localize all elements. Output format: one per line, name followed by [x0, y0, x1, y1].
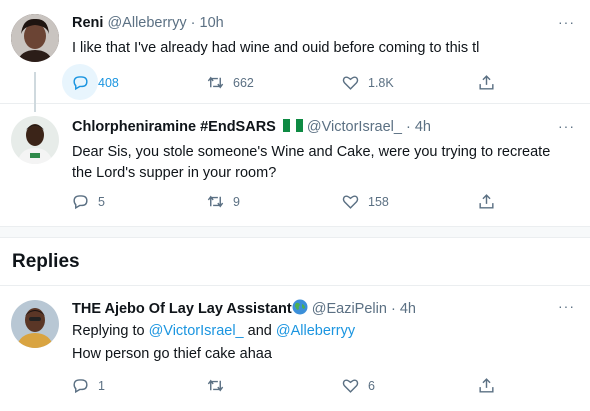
reply-icon: [73, 76, 88, 91]
like-count: 1.8K: [368, 75, 394, 90]
share-button[interactable]: [477, 376, 504, 395]
replies-title: Replies: [12, 251, 80, 272]
like-button[interactable]: 1.8K: [341, 73, 394, 92]
more-icon[interactable]: ···: [558, 298, 575, 314]
tweet-text: I like that I've already had wine and ou…: [72, 40, 480, 56]
retweet-button[interactable]: [206, 376, 233, 395]
avatar[interactable]: [11, 300, 59, 348]
retweet-icon: [207, 195, 224, 208]
share-icon: [479, 194, 494, 209]
retweet-count: 9: [233, 194, 240, 209]
more-icon[interactable]: ···: [558, 14, 575, 30]
like-count: 6: [368, 378, 375, 393]
reply-button[interactable]: 1: [71, 376, 105, 395]
reply-button[interactable]: 408: [71, 73, 119, 92]
separator: ·: [190, 15, 196, 31]
reply-button[interactable]: 5: [71, 192, 105, 211]
replying-to: Replying to @VictorIsrael_ and @Alleberr…: [72, 321, 572, 342]
retweet-icon: [207, 379, 224, 392]
reply-count: 5: [98, 194, 105, 209]
reply-count: 408: [98, 75, 119, 90]
like-button[interactable]: 158: [341, 192, 389, 211]
display-name[interactable]: Chlorpheniramine #EndSARS: [72, 119, 276, 135]
handle[interactable]: @EaziPelin: [312, 301, 387, 317]
like-icon: [342, 195, 359, 209]
timestamp[interactable]: 10h: [200, 15, 224, 31]
tweet-header: Chlorpheniramine #EndSARS @VictorIsrael_…: [72, 119, 431, 135]
retweet-button[interactable]: 9: [206, 192, 240, 211]
tweet-reply-ajebo[interactable]: THE Ajebo Of Lay Lay Assistant @EaziPeli…: [0, 286, 590, 411]
reply-icon: [73, 195, 88, 210]
tweet-header: Reni @Alleberryy · 10h: [72, 15, 224, 31]
avatar[interactable]: [11, 116, 59, 164]
globe-icon: [292, 299, 308, 319]
section-divider: [0, 226, 590, 238]
share-icon: [479, 378, 494, 393]
reply-count: 1: [98, 378, 105, 393]
replies-header: Replies: [0, 238, 590, 286]
display-name[interactable]: THE Ajebo Of Lay Lay Assistant: [72, 301, 292, 317]
tweet-header: THE Ajebo Of Lay Lay Assistant @EaziPeli…: [72, 299, 416, 319]
handle[interactable]: @Alleberryy: [107, 15, 186, 31]
tweet-text: Dear Sis, you stole someone's Wine and C…: [72, 144, 551, 181]
display-name[interactable]: Reni: [72, 15, 103, 31]
like-count: 158: [368, 194, 389, 209]
replying-user-link[interactable]: @Alleberryy: [276, 323, 355, 339]
replying-user-link[interactable]: @VictorIsrael_: [149, 323, 244, 339]
share-icon: [479, 75, 494, 90]
more-icon[interactable]: ···: [558, 118, 575, 134]
separator: ·: [390, 301, 396, 317]
replying-and: and: [247, 323, 272, 339]
like-icon: [342, 76, 359, 90]
like-icon: [342, 379, 359, 393]
tweet-reni[interactable]: Reni @Alleberryy · 10h ··· I like that I…: [0, 0, 590, 112]
handle[interactable]: @VictorIsrael_: [307, 119, 402, 135]
nigeria-flag-icon: [282, 119, 303, 132]
avatar[interactable]: [11, 14, 59, 62]
share-button[interactable]: [477, 73, 504, 92]
share-button[interactable]: [477, 192, 504, 211]
timestamp[interactable]: 4h: [415, 119, 431, 135]
timestamp[interactable]: 4h: [400, 301, 416, 317]
like-button[interactable]: 6: [341, 376, 375, 395]
retweet-button[interactable]: 662: [206, 73, 254, 92]
separator: ·: [405, 119, 411, 135]
tweet-text: How person go thief cake ahaa: [72, 346, 272, 362]
tweet-chlorpheniramine[interactable]: Chlorpheniramine #EndSARS @VictorIsrael_…: [0, 104, 590, 226]
retweet-count: 662: [233, 75, 254, 90]
replying-prefix: Replying to: [72, 323, 145, 339]
retweet-icon: [207, 76, 224, 89]
reply-icon: [73, 379, 88, 394]
